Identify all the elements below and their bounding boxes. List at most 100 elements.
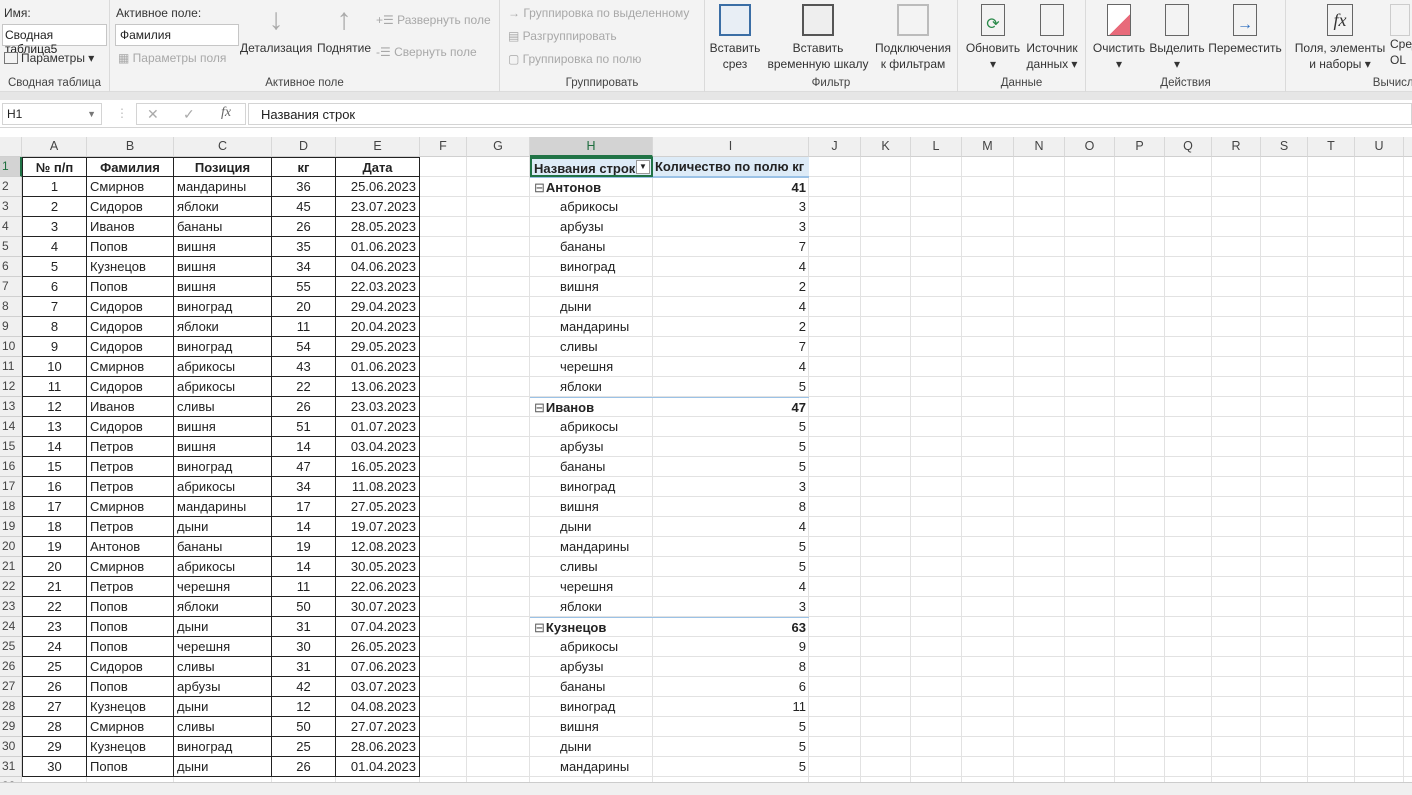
row-header[interactable]: 20 xyxy=(0,537,22,557)
pivot-name-input[interactable]: Сводная таблица5 xyxy=(2,24,107,56)
cell[interactable] xyxy=(1115,317,1165,337)
select-all-corner[interactable] xyxy=(0,137,22,157)
cell[interactable] xyxy=(1355,237,1404,257)
cell[interactable] xyxy=(1261,437,1308,457)
table-cell[interactable]: 7 xyxy=(22,297,87,317)
table-cell[interactable]: 16.05.2023 xyxy=(336,457,420,477)
column-header-A[interactable]: A xyxy=(22,137,87,157)
cell[interactable] xyxy=(962,657,1014,677)
cell[interactable] xyxy=(420,237,467,257)
drill-up-button[interactable]: ↑ Поднятие xyxy=(314,4,374,56)
cell[interactable] xyxy=(1115,357,1165,377)
cell[interactable] xyxy=(1308,537,1355,557)
table-cell[interactable]: Попов xyxy=(87,277,174,297)
cell[interactable] xyxy=(1165,397,1212,417)
cell[interactable] xyxy=(420,437,467,457)
cell[interactable] xyxy=(1355,657,1404,677)
table-cell[interactable]: Кузнецов xyxy=(87,697,174,717)
cell[interactable] xyxy=(1212,457,1261,477)
cell[interactable] xyxy=(809,657,861,677)
cell[interactable] xyxy=(1115,277,1165,297)
cell[interactable] xyxy=(467,657,530,677)
cell[interactable] xyxy=(1115,597,1165,617)
cell[interactable] xyxy=(1165,277,1212,297)
cell[interactable] xyxy=(962,497,1014,517)
table-cell[interactable]: 28 xyxy=(22,717,87,737)
cell[interactable] xyxy=(1308,177,1355,197)
row-header[interactable]: 16 xyxy=(0,457,22,477)
table-cell[interactable]: Попов xyxy=(87,597,174,617)
cell[interactable] xyxy=(1308,577,1355,597)
pivot-item-label[interactable]: мандарины xyxy=(530,757,653,777)
cell[interactable] xyxy=(1212,357,1261,377)
cell[interactable] xyxy=(1212,197,1261,217)
cell[interactable] xyxy=(467,317,530,337)
table-cell[interactable]: 45 xyxy=(272,197,336,217)
cell[interactable] xyxy=(911,617,962,637)
table-cell[interactable]: Смирнов xyxy=(87,557,174,577)
field-settings-button[interactable]: ▦ Параметры поля xyxy=(118,51,226,65)
table-cell[interactable]: сливы xyxy=(174,397,272,417)
table-cell[interactable]: 8 xyxy=(22,317,87,337)
cell[interactable] xyxy=(861,577,911,597)
cell[interactable] xyxy=(1261,317,1308,337)
cell[interactable] xyxy=(1014,717,1065,737)
cell[interactable] xyxy=(962,397,1014,417)
row-header[interactable]: 14 xyxy=(0,417,22,437)
cell[interactable] xyxy=(1355,537,1404,557)
cell[interactable] xyxy=(1308,317,1355,337)
cell[interactable] xyxy=(420,397,467,417)
cell[interactable] xyxy=(1115,237,1165,257)
cell[interactable] xyxy=(1014,617,1065,637)
cell[interactable] xyxy=(911,477,962,497)
cell[interactable] xyxy=(467,697,530,717)
table-cell[interactable]: 22.03.2023 xyxy=(336,277,420,297)
table-cell[interactable]: 30 xyxy=(22,757,87,777)
cell[interactable] xyxy=(1404,437,1412,457)
cell[interactable] xyxy=(809,577,861,597)
cell[interactable] xyxy=(1212,697,1261,717)
active-field-input[interactable]: Фамилия xyxy=(115,24,239,46)
table-cell[interactable]: 30.07.2023 xyxy=(336,597,420,617)
table-cell[interactable]: 11 xyxy=(22,377,87,397)
row-header[interactable]: 5 xyxy=(0,237,22,257)
cell[interactable] xyxy=(1165,237,1212,257)
row-header[interactable]: 25 xyxy=(0,637,22,657)
row-header[interactable]: 8 xyxy=(0,297,22,317)
table-cell[interactable]: 31 xyxy=(272,657,336,677)
cell[interactable] xyxy=(1065,357,1115,377)
table-cell[interactable]: 25 xyxy=(22,657,87,677)
cell[interactable] xyxy=(962,157,1014,177)
cell[interactable] xyxy=(962,737,1014,757)
cell[interactable] xyxy=(1212,517,1261,537)
row-header[interactable]: 13 xyxy=(0,397,22,417)
cell[interactable] xyxy=(1261,197,1308,217)
cell[interactable] xyxy=(1261,177,1308,197)
table-cell[interactable]: 47 xyxy=(272,457,336,477)
table-cell[interactable]: 26 xyxy=(272,397,336,417)
cell[interactable] xyxy=(467,537,530,557)
cell[interactable] xyxy=(861,677,911,697)
table-cell[interactable]: 36 xyxy=(272,177,336,197)
cell[interactable] xyxy=(962,297,1014,317)
row-header[interactable]: 30 xyxy=(0,737,22,757)
cell[interactable] xyxy=(911,537,962,557)
pivot-item-label[interactable]: яблоки xyxy=(530,377,653,397)
cell[interactable] xyxy=(809,197,861,217)
insert-timeline-button[interactable]: Вставить временную шкалу xyxy=(763,4,873,72)
cell[interactable] xyxy=(962,457,1014,477)
cell[interactable] xyxy=(1212,297,1261,317)
cell[interactable] xyxy=(1404,657,1412,677)
cell[interactable] xyxy=(1115,437,1165,457)
cell[interactable] xyxy=(1065,397,1115,417)
cell[interactable] xyxy=(911,257,962,277)
cell[interactable] xyxy=(1261,297,1308,317)
cell[interactable] xyxy=(861,717,911,737)
cell[interactable] xyxy=(467,497,530,517)
cell[interactable] xyxy=(1212,277,1261,297)
cell[interactable] xyxy=(861,497,911,517)
cell[interactable] xyxy=(1404,377,1412,397)
pivot-item-label[interactable]: яблоки xyxy=(530,597,653,617)
table-cell[interactable]: 34 xyxy=(272,477,336,497)
cell[interactable] xyxy=(861,397,911,417)
